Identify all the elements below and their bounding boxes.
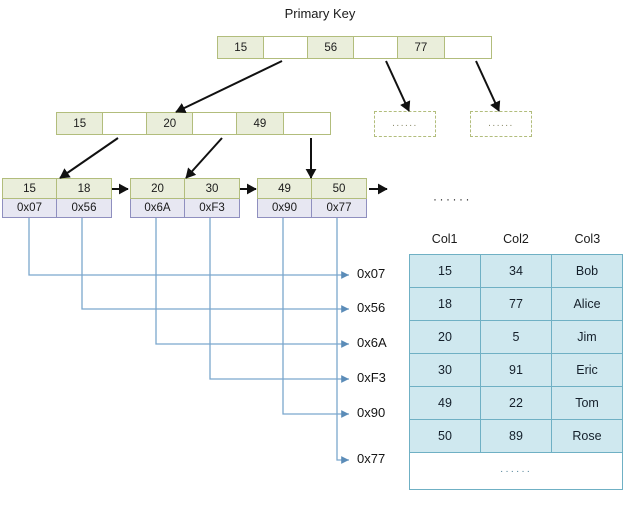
diagram-canvas: Primary Key 15 56 77 15 20 49 15 18 0x07… — [0, 0, 640, 515]
tree-edge-arrows — [59, 60, 501, 195]
